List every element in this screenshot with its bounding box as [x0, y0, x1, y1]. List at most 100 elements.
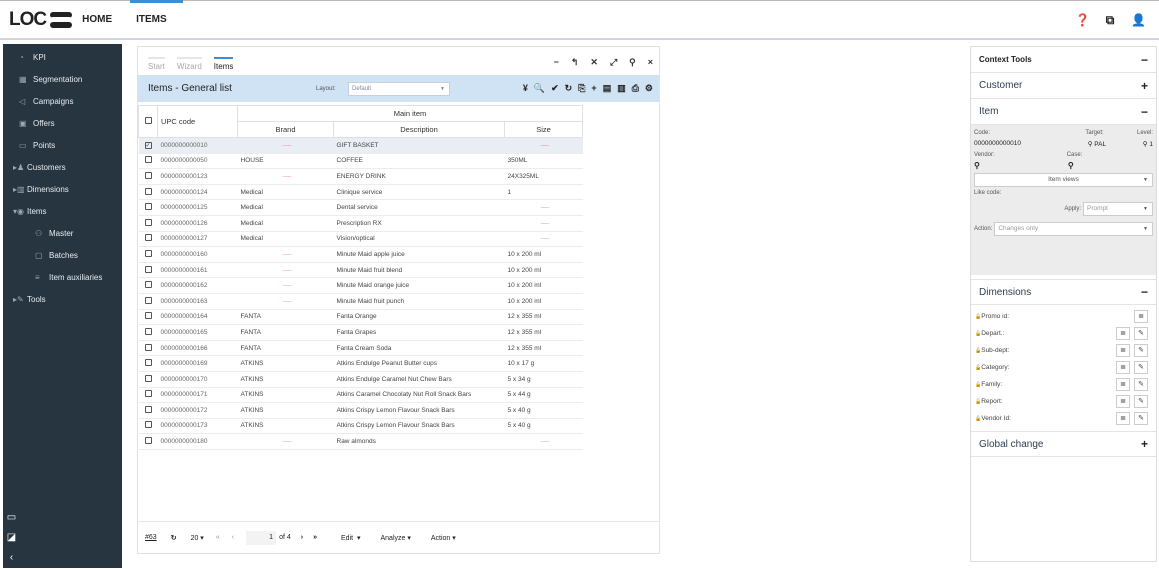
undo-icon[interactable]: ↰	[571, 57, 579, 68]
item-section[interactable]: Item	[979, 106, 998, 117]
row-checkbox-cell[interactable]	[138, 215, 158, 232]
app-logo[interactable]: LOC	[9, 9, 73, 31]
apply-select[interactable]: Prompt	[1083, 202, 1153, 216]
action-select[interactable]: Changes only	[994, 222, 1153, 236]
export-icon[interactable]: ▤	[603, 83, 612, 94]
analyze-menu[interactable]: Analyze ▾	[380, 534, 410, 542]
sidebar-item-offers[interactable]: ▣ Offers	[3, 112, 122, 134]
table-row[interactable]: 0000000000166 FANTA Fanta Cream Soda 12 x 3…	[138, 340, 583, 357]
level-field[interactable]: ⚲ 1	[1143, 140, 1153, 148]
reload-icon[interactable]: ↻	[171, 534, 177, 542]
next-page-button[interactable]: ›	[301, 534, 303, 541]
col-description[interactable]: Description	[333, 121, 505, 138]
filter-icon[interactable]: ¥	[523, 83, 528, 94]
last-page-button[interactable]: »	[313, 534, 317, 541]
table-row[interactable]: 0000000000126 Medical Prescription RX ----	[138, 215, 583, 232]
tab-wizard[interactable]: Wizard	[176, 57, 202, 75]
table-row[interactable]: 0000000000124 Medical Clinique service 1	[138, 184, 583, 201]
table-row[interactable]: 0000000000165 FANTA Fanta Grapes 12 x 355 m…	[138, 324, 583, 341]
list-icon[interactable]: ≣	[1116, 395, 1130, 408]
table-row[interactable]: 0000000000161 ---- Minute Maid fruit blend…	[138, 262, 583, 279]
row-checkbox[interactable]	[144, 359, 152, 367]
windows-icon[interactable]: ⧉	[1103, 13, 1117, 28]
tab-start[interactable]: Start	[148, 57, 165, 75]
row-checkbox[interactable]	[144, 390, 152, 398]
row-checkbox-cell[interactable]	[138, 153, 158, 170]
target-field[interactable]: ⚲ PAL	[1088, 140, 1106, 148]
table-row[interactable]: 0000000000171 ATKINS Atkins Caramel Chocol…	[138, 387, 583, 404]
row-checkbox-cell[interactable]	[138, 340, 158, 357]
col-upc[interactable]: UPC code	[157, 105, 238, 138]
table-row[interactable]: 0000000000170 ATKINS Atkins Endulge Carame…	[138, 371, 583, 388]
row-checkbox-cell[interactable]	[138, 371, 158, 388]
monitor-icon[interactable]: ▭	[3, 508, 20, 528]
row-checkbox-cell[interactable]	[138, 246, 158, 263]
dimensions-section[interactable]: Dimensions	[979, 287, 1031, 298]
print-icon[interactable]: ⎙	[632, 83, 639, 94]
case-search-icon[interactable]: ⚲	[1068, 161, 1074, 170]
customer-section[interactable]: Customer	[979, 80, 1022, 91]
user-icon[interactable]: 👤	[1131, 13, 1146, 28]
sidebar-item-customers[interactable]: ▸♟ Customers	[3, 156, 122, 178]
page-input[interactable]: 1	[246, 530, 277, 545]
layout-select[interactable]: Default	[348, 81, 450, 96]
row-checkbox-cell[interactable]	[138, 262, 158, 279]
row-checkbox-cell[interactable]	[138, 418, 158, 435]
table-row[interactable]: 0000000000160 ---- Minute Maid apple juice…	[138, 246, 583, 263]
table-row[interactable]: 0000000000172 ATKINS Atkins Crispy Lemon F…	[138, 402, 583, 419]
row-checkbox[interactable]	[144, 218, 152, 226]
row-checkbox[interactable]	[144, 281, 152, 289]
edit-icon[interactable]: ✎	[1134, 344, 1148, 357]
close-icon[interactable]: ×	[648, 57, 653, 68]
pin-icon[interactable]: ⚲	[629, 57, 636, 68]
row-checkbox-cell[interactable]	[138, 168, 158, 185]
vendor-search-icon[interactable]: ⚲	[974, 161, 980, 170]
add-icon[interactable]: +	[591, 83, 596, 94]
row-checkbox[interactable]	[144, 312, 152, 320]
sidebar-item-campaigns[interactable]: ◁ Campaigns	[3, 90, 122, 112]
row-checkbox[interactable]	[144, 296, 152, 304]
sidebar-item-master[interactable]: ⚇ Master	[3, 222, 122, 244]
record-count-link[interactable]: #63	[145, 534, 157, 541]
page-size-select[interactable]: 20 ▾	[191, 534, 204, 542]
item-views-select[interactable]: Item views	[974, 173, 1153, 187]
edit-menu[interactable]: Edit ▾	[341, 534, 360, 542]
row-checkbox[interactable]	[144, 203, 152, 211]
sidebar-item-items[interactable]: ▾◉ Items	[3, 200, 122, 222]
edit-icon[interactable]: ✎	[1134, 361, 1148, 374]
table-row[interactable]: 0000000000127 Medical Vision/optical ----	[138, 231, 583, 248]
screen-icon[interactable]: ◪	[3, 528, 20, 548]
minimize-icon[interactable]: −	[554, 57, 559, 68]
collapse-icon[interactable]: ‹	[3, 548, 20, 568]
row-checkbox[interactable]	[144, 374, 152, 382]
table-row[interactable]: 0000000000169 ATKINS Atkins Endulge Peanut…	[138, 355, 583, 372]
row-checkbox[interactable]	[144, 327, 152, 335]
copy-icon[interactable]: ⎘	[578, 83, 585, 94]
col-size[interactable]: Size	[504, 121, 583, 138]
edit-icon[interactable]: ✎	[1134, 395, 1148, 408]
edit-icon[interactable]: ✎	[1134, 378, 1148, 391]
expand-global-change-button[interactable]: +	[1141, 437, 1148, 451]
nav-items[interactable]: ITEMS	[130, 0, 183, 40]
expand-icon[interactable]: ⤢	[610, 57, 617, 68]
table-row[interactable]: 0000000000162 ---- Minute Maid orange juic…	[138, 277, 583, 294]
settings-icon[interactable]: ⚙	[645, 83, 653, 94]
collapse-dimensions-button[interactable]: −	[1141, 285, 1148, 299]
select-all-checkbox[interactable]	[144, 117, 152, 124]
sidebar-item-item-auxiliaries[interactable]: ≡ Item auxiliaries	[3, 266, 122, 288]
edit-icon[interactable]: ✎	[1134, 412, 1148, 425]
search-icon[interactable]: 🔍	[534, 83, 545, 94]
table-row[interactable]: 0000000000050 HOUSE COFFEE 350ML	[138, 153, 583, 170]
global-change-section[interactable]: Global change	[979, 439, 1044, 450]
row-checkbox-cell[interactable]	[138, 387, 158, 404]
sidebar-item-tools[interactable]: ▸✎ Tools	[3, 288, 122, 310]
sidebar-item-batches[interactable]: ▢ Batches	[3, 244, 122, 266]
expand-customer-button[interactable]: +	[1141, 79, 1148, 93]
table-row[interactable]: 0000000000164 FANTA Fanta Orange 12 x 355 m…	[138, 309, 583, 326]
row-checkbox-cell[interactable]: ✓	[138, 137, 158, 154]
table-row[interactable]: 0000000000163 ---- Minute Maid fruit punch…	[138, 293, 583, 310]
table-row[interactable]: 0000000000123 ---- ENERGY DRINK 24X325ML	[138, 168, 583, 185]
row-checkbox[interactable]	[144, 249, 152, 257]
row-checkbox-cell[interactable]	[138, 293, 158, 310]
col-brand[interactable]: Brand	[237, 121, 334, 138]
